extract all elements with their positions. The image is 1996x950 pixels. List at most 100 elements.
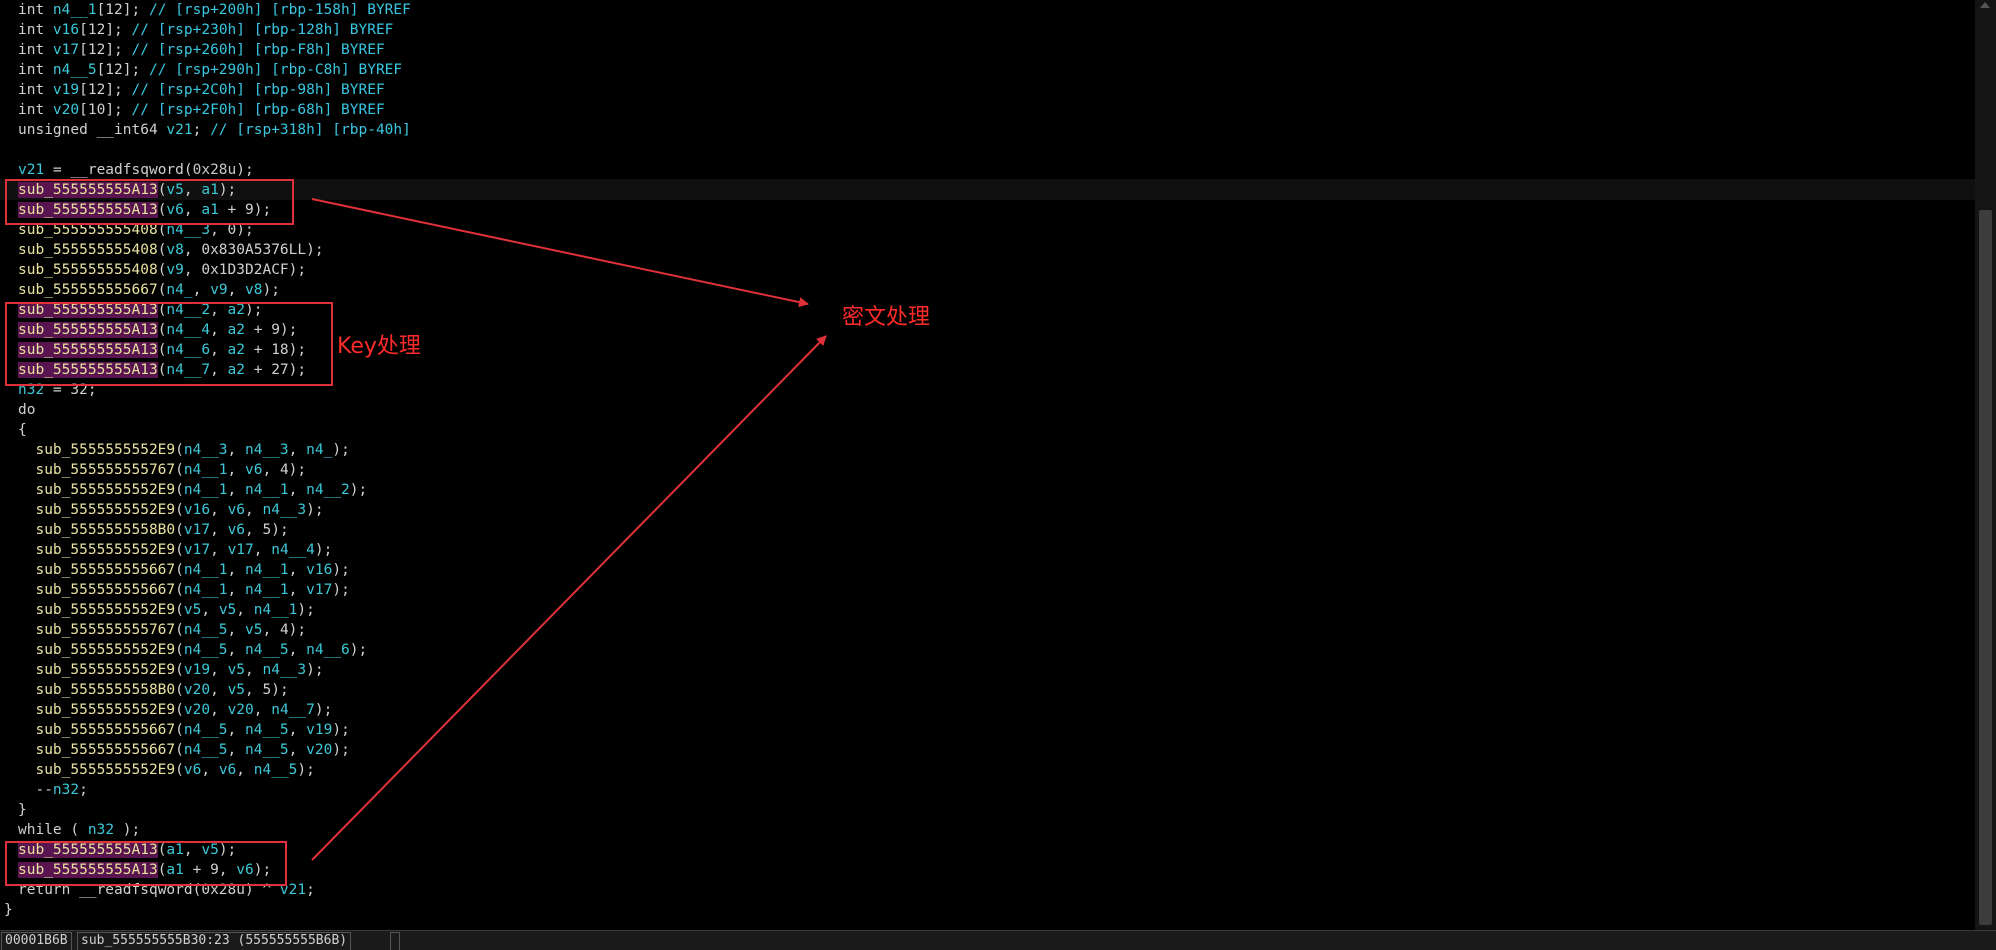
code-token-txt: , xyxy=(288,562,307,578)
code-line[interactable]: sub_555555555408(v9, 0x1D3D2ACF); xyxy=(18,260,306,280)
code-token-txt: ( xyxy=(175,582,184,598)
scroll-up-arrow-icon[interactable] xyxy=(1980,2,1990,8)
status-offset: 00001B6B xyxy=(1,932,72,950)
code-token-var: n4__5 xyxy=(245,722,289,738)
code-token-var: v6 xyxy=(227,522,246,538)
code-token-var: v21 xyxy=(166,122,193,138)
code-line[interactable]: int n4__5[12]; // [rsp+290h] [rbp-C8h] B… xyxy=(18,60,402,80)
code-token-var: n4__3 xyxy=(262,502,307,518)
code-token-var: v21 xyxy=(18,162,45,178)
code-line[interactable]: sub_5555555558B0(v20, v5, 5); xyxy=(18,680,288,700)
code-token-var: n4__1 xyxy=(52,2,97,18)
code-line[interactable]: v21 = __readfsqword(0x28u); xyxy=(18,160,254,180)
vertical-scrollbar[interactable] xyxy=(1975,0,1996,930)
code-line[interactable]: do xyxy=(18,400,35,420)
code-token-txt: ); xyxy=(332,562,350,578)
code-token-txt: , xyxy=(227,582,246,598)
code-token-cmt: // [rsp+290h] [rbp-C8h] BYREF xyxy=(148,62,403,78)
pseudocode-window: int n4__1[12]; // [rsp+200h] [rbp-158h] … xyxy=(0,0,1996,950)
code-line[interactable]: sub_555555555767(n4__5, v5, 4); xyxy=(18,620,306,640)
code-token-var: v20 xyxy=(52,102,80,118)
code-line[interactable]: sub_555555555667(n4__5, n4__5, v19); xyxy=(18,720,350,740)
code-token-txt: , 4); xyxy=(262,462,307,478)
code-line[interactable]: sub_5555555552E9(n4__5, n4__5, n4__6); xyxy=(18,640,367,660)
code-token-txt: , xyxy=(227,282,246,298)
code-token-fn: sub_555555555667 xyxy=(35,562,176,578)
key-processing-box xyxy=(5,302,333,386)
code-token-fn: sub_555555555767 xyxy=(35,462,176,478)
code-token-fn: sub_5555555552E9 xyxy=(35,662,176,678)
code-token-txt: [12]; xyxy=(79,22,132,38)
code-line[interactable]: sub_5555555552E9(v5, v5, n4__1); xyxy=(18,600,314,620)
code-token-txt: ); xyxy=(332,722,350,738)
code-token-kw: do xyxy=(18,402,36,418)
code-token-txt: ; xyxy=(306,882,315,898)
code-line[interactable]: --n32; xyxy=(18,780,87,800)
code-token-txt: } xyxy=(18,802,27,818)
code-token-fn: sub_5555555552E9 xyxy=(35,642,176,658)
code-token-var: v5 xyxy=(227,682,246,698)
status-location: sub_555555555B30:23 (555555555B6B) xyxy=(77,932,352,950)
code-token-var: v20 xyxy=(183,702,211,718)
code-token-txt: , xyxy=(227,642,246,658)
code-token-txt: ( xyxy=(175,742,184,758)
code-token-txt: , 0x830A5376LL); xyxy=(183,242,324,258)
code-token-txt: , 5); xyxy=(245,522,289,538)
code-token-txt: , xyxy=(192,282,211,298)
code-token-fn: sub_5555555552E9 xyxy=(35,442,176,458)
ciphertext-processing-label: 密文处理 xyxy=(842,305,931,330)
code-token-cmt: // [rsp+318h] [rbp-40h] xyxy=(210,122,411,138)
code-line[interactable]: sub_5555555552E9(v6, v6, n4__5); xyxy=(18,760,314,780)
scrollbar-thumb[interactable] xyxy=(1979,210,1992,925)
code-line[interactable]: sub_5555555552E9(v16, v6, n4__3); xyxy=(18,500,323,520)
code-line[interactable]: while ( n32 ); xyxy=(18,820,140,840)
code-token-txt: , xyxy=(227,442,246,458)
code-line[interactable]: unsigned __int64 v21; // [rsp+318h] [rbp… xyxy=(18,120,411,140)
code-line[interactable]: sub_5555555552E9(v19, v5, n4__3); xyxy=(18,660,324,680)
code-token-var: n32 xyxy=(87,822,115,838)
code-line[interactable]: sub_555555555667(n4__1, n4__1, v17); xyxy=(18,580,349,600)
code-token-var: v8 xyxy=(166,242,184,258)
code-line[interactable]: { xyxy=(18,420,27,440)
code-token-txt: , xyxy=(288,442,307,458)
code-line[interactable]: sub_555555555667(n4__5, n4__5, v20); xyxy=(18,740,349,760)
code-line[interactable]: int n4__1[12]; // [rsp+200h] [rbp-158h] … xyxy=(18,0,411,20)
code-token-var: v17 xyxy=(183,522,211,538)
code-token-txt: , xyxy=(210,522,228,538)
code-line[interactable]: sub_5555555552E9(n4__3, n4__3, n4_); xyxy=(18,440,349,460)
code-line[interactable]: sub_5555555552E9(v20, v20, n4__7); xyxy=(18,700,332,720)
code-token-txt: , xyxy=(288,642,307,658)
code-line[interactable]: sub_555555555667(n4__1, n4__1, v16); xyxy=(18,560,350,580)
code-token-txt: ); xyxy=(114,822,141,838)
code-line[interactable]: int v20[10]; // [rsp+2F0h] [rbp-68h] BYR… xyxy=(18,100,385,120)
code-line[interactable]: int v19[12]; // [rsp+2C0h] [rbp-98h] BYR… xyxy=(18,80,385,100)
code-token-var: v19 xyxy=(52,82,80,98)
code-line[interactable]: sub_555555555767(n4__1, v6, 4); xyxy=(18,460,306,480)
code-line[interactable]: int v17[12]; // [rsp+260h] [rbp-F8h] BYR… xyxy=(18,40,385,60)
code-line[interactable]: sub_5555555552E9(v17, v17, n4__4); xyxy=(18,540,332,560)
code-line[interactable]: int v16[12]; // [rsp+230h] [rbp-128h] BY… xyxy=(18,20,393,40)
code-line[interactable]: sub_5555555558B0(v17, v6, 5); xyxy=(18,520,289,540)
code-token-var: v20 xyxy=(306,742,333,758)
code-line[interactable]: sub_555555555667(n4_, v9, v8); xyxy=(18,280,280,300)
code-token-txt: , xyxy=(245,662,263,678)
code-token-var: v17 xyxy=(52,42,80,58)
code-token-var: n4__1 xyxy=(183,482,228,498)
code-token-txt: , xyxy=(201,602,219,618)
code-line[interactable]: sub_555555555408(v8, 0x830A5376LL); xyxy=(18,240,324,260)
code-token-fn: sub_555555555767 xyxy=(35,622,176,638)
code-token-txt: ( xyxy=(175,602,184,618)
pseudocode-view[interactable]: int n4__1[12]; // [rsp+200h] [rbp-158h] … xyxy=(0,0,1975,930)
code-token-cmt: // [rsp+230h] [rbp-128h] BYREF xyxy=(131,22,394,38)
code-line[interactable]: sub_5555555552E9(n4__1, n4__1, n4__2); xyxy=(18,480,367,500)
code-line[interactable]: } xyxy=(18,800,27,820)
code-token-txt: ); xyxy=(306,662,324,678)
